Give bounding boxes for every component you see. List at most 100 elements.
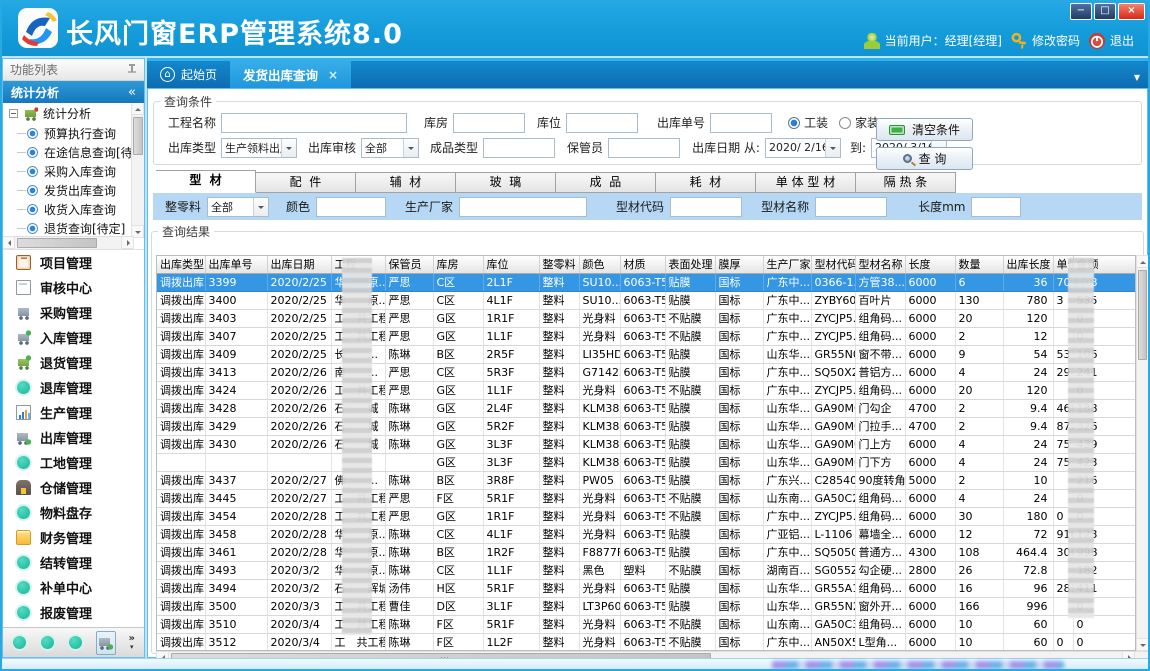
table-row[interactable]: 调拨出库34282020/2/26石 城陈琳G区2L4F整料KLM3817606… — [157, 399, 1136, 417]
grid-vertical-scrollbar[interactable] — [1136, 255, 1149, 651]
tab-home[interactable]: ⌂ 起始页 — [147, 61, 230, 88]
column-header[interactable]: 出库长度 — [1003, 256, 1053, 273]
column-header[interactable]: 库房 — [433, 256, 483, 273]
pin-icon[interactable] — [127, 64, 137, 75]
table-row[interactable]: 调拨出库34302020/2/26石 城陈琳G区3L3F整料KLM3817606… — [157, 435, 1136, 453]
scroll-left-icon[interactable] — [3, 236, 15, 249]
table-row[interactable]: 调拨出库34932020/3/2华 原..陈琳C区1L1F整料黑色塑料不贴膜国标… — [157, 561, 1136, 579]
table-row[interactable]: 调拨出库33992020/2/25华 原..严思C区2L1F整料SU10...6… — [157, 273, 1136, 291]
material-tab[interactable]: 耗 材 — [656, 172, 756, 193]
table-row[interactable]: 调拨出库34092020/2/25长 ...陈琳B区2R5F整料LI35HD60… — [157, 345, 1136, 363]
sidebar-item-return-warehouse-management[interactable]: 退库管理 — [3, 375, 144, 400]
table-row[interactable]: 调拨出库34072020/2/25工 共工程严思G区1L1F整料光身料6063-… — [157, 327, 1136, 345]
length-input[interactable] — [971, 197, 1021, 217]
column-header[interactable]: 数量 — [955, 256, 1003, 273]
maximize-button[interactable]: □ — [1094, 3, 1116, 20]
sidebar-item-material-inventory[interactable]: 物料盘存 — [3, 500, 144, 525]
table-row[interactable]: 调拨出库34942020/3/2石 辉城汤伟H区5R1F整料光身料6063-T5… — [157, 579, 1136, 597]
table-row[interactable]: 调拨出库34372020/2/27佛 ...陈琳B区3R8F整料PW056063… — [157, 471, 1136, 489]
minimize-button[interactable]: − — [1070, 3, 1092, 20]
table-row[interactable]: 调拨出库34032020/2/25工 共工程严思G区1R1F整料光身料6063-… — [157, 309, 1136, 327]
tree-expander-icon[interactable] — [9, 109, 18, 118]
table-row[interactable]: 调拨出库34582020/2/28华 原..陈琳C区4L1F整料光身料6063-… — [157, 525, 1136, 543]
column-header[interactable]: 保管员 — [385, 256, 433, 273]
profile-name-input[interactable] — [815, 197, 887, 217]
sidebar-item-site-management[interactable]: 工地管理 — [3, 450, 144, 475]
profile-code-input[interactable] — [670, 197, 742, 217]
table-row[interactable]: 调拨出库34292020/2/26石 城陈琳G区5R2F整料KLM3817606… — [157, 417, 1136, 435]
sidebar-item-finance-management[interactable]: 财务管理 — [3, 525, 144, 550]
project-name-input[interactable] — [221, 113, 407, 133]
table-row[interactable]: 调拨出库34242020/2/26工 共工程严思G区1L1F整料光身料6063-… — [157, 381, 1136, 399]
radio-gongzhuang[interactable]: 工装 — [788, 114, 828, 131]
tree-item[interactable]: 发货出库查询 — [3, 181, 144, 200]
search-button[interactable]: 查 询 — [876, 147, 973, 170]
logout-button[interactable]: 退出 — [1089, 32, 1134, 49]
material-tab[interactable]: 玻 璃 — [456, 172, 556, 193]
material-tab[interactable]: 成 品 — [556, 172, 656, 193]
radio-jiazhuang[interactable]: 家装 — [839, 114, 879, 131]
keeper-input[interactable] — [608, 138, 680, 158]
sidebar-item-warehouse-management[interactable]: 仓储管理 — [3, 475, 144, 500]
table-row[interactable]: G区3L3F整料KLM38176063-T5贴膜国标山东华...GA90M09.… — [157, 453, 1136, 471]
column-header[interactable]: 长度 — [905, 256, 955, 273]
change-password-button[interactable]: 修改密码 — [1011, 32, 1080, 49]
sidebar-item-production-management[interactable]: 生产管理 — [3, 400, 144, 425]
outbound-audit-select[interactable]: 全部 — [361, 138, 419, 158]
column-header[interactable]: 出库类型 — [157, 256, 205, 273]
column-header[interactable]: 出库单号 — [205, 256, 267, 273]
collapsed-group-button[interactable] — [96, 631, 116, 655]
scroll-up-icon[interactable] — [1136, 255, 1149, 268]
table-row[interactable]: 调拨出库34002020/2/25华 原..严思C区4L1F整料SU10...6… — [157, 291, 1136, 309]
column-header[interactable]: 表面处理 — [665, 256, 715, 273]
sidebar-item-outbound-management[interactable]: 出库管理 — [3, 425, 144, 450]
scroll-thumb[interactable] — [17, 238, 97, 248]
sidebar-item-supplement-center[interactable]: 补单中心 — [3, 575, 144, 600]
scroll-thumb[interactable] — [1138, 270, 1147, 360]
clear-conditions-button[interactable]: 清空条件 — [876, 118, 973, 141]
close-button[interactable]: × — [1118, 3, 1145, 20]
column-header[interactable]: 库位 — [483, 256, 539, 273]
scroll-thumb[interactable] — [133, 117, 143, 155]
table-row[interactable]: 调拨出库34542020/2/28工 共工程严思G区1R1F整料光身料6063-… — [157, 507, 1136, 525]
material-tab[interactable]: 配 件 — [256, 172, 356, 193]
table-row[interactable]: 调拨出库34612020/2/28华 原..陈琳B区1R2F整料F8877FT6… — [157, 543, 1136, 561]
circle-icon[interactable] — [69, 636, 82, 649]
tree-item[interactable]: 收货入库查询 — [3, 200, 144, 219]
outbound-order-no-input[interactable] — [710, 113, 772, 133]
table-row[interactable]: 调拨出库34132020/2/26南 ...严思C区5R3F整料G7142260… — [157, 363, 1136, 381]
tree-horizontal-scrollbar[interactable] — [3, 236, 133, 249]
sidebar-item-carryover-management[interactable]: 结转管理 — [3, 550, 144, 575]
sidebar-item-purchase-management[interactable]: 采购管理 — [3, 300, 144, 325]
circle-icon[interactable] — [41, 636, 54, 649]
location-input[interactable] — [566, 113, 638, 133]
tree-item[interactable]: 预算执行查询 — [3, 124, 144, 143]
column-header[interactable]: 生产厂家 — [763, 256, 811, 273]
material-tab[interactable]: 隔 热 条 — [856, 172, 956, 193]
table-row[interactable]: 调拨出库35122020/3/4工 共工程陈琳F区1L2F整料光身料6063-T… — [157, 633, 1136, 651]
scroll-down-icon[interactable] — [1136, 638, 1149, 651]
tree-item[interactable]: 在途信息查询[待 — [3, 143, 144, 162]
material-tab[interactable]: 辅 材 — [356, 172, 456, 193]
table-row[interactable]: 调拨出库34452020/2/27工 共工程严思F区5R1F整料光身料6063-… — [157, 489, 1136, 507]
column-header[interactable]: 型材代码 — [811, 256, 855, 273]
close-tab-icon[interactable]: × — [328, 68, 338, 82]
collapse-icon[interactable]: « — [128, 85, 136, 100]
scroll-up-icon[interactable] — [131, 103, 144, 115]
sidebar-item-audit-center[interactable]: 审核中心 — [3, 275, 144, 300]
material-tab[interactable]: 单 体 型 材 — [756, 172, 856, 193]
tab-overflow-icon[interactable]: ▼ — [1134, 73, 1140, 82]
sidebar-item-project-management[interactable]: 项目管理 — [3, 250, 144, 275]
tab-shipment-outbound-query[interactable]: 发货出库查询 × — [230, 61, 351, 88]
manufacturer-input[interactable] — [459, 197, 587, 217]
column-header[interactable]: 颜色 — [579, 256, 620, 273]
color-input[interactable] — [316, 197, 386, 217]
sidebar-item-inbound-management[interactable]: 入库管理 — [3, 325, 144, 350]
sidebar-section-header[interactable]: 统计分析 « — [3, 81, 144, 103]
warehouse-input[interactable] — [453, 113, 525, 133]
product-type-input[interactable] — [483, 138, 555, 158]
table-row[interactable]: 调拨出库35102020/3/4工 共工程陈琳F区5R1F整料光身料6063-T… — [157, 615, 1136, 633]
column-header[interactable]: 出库日期 — [267, 256, 331, 273]
tree-root-statistics[interactable]: 统计分析 — [3, 103, 144, 124]
scroll-right-icon[interactable] — [121, 236, 134, 249]
